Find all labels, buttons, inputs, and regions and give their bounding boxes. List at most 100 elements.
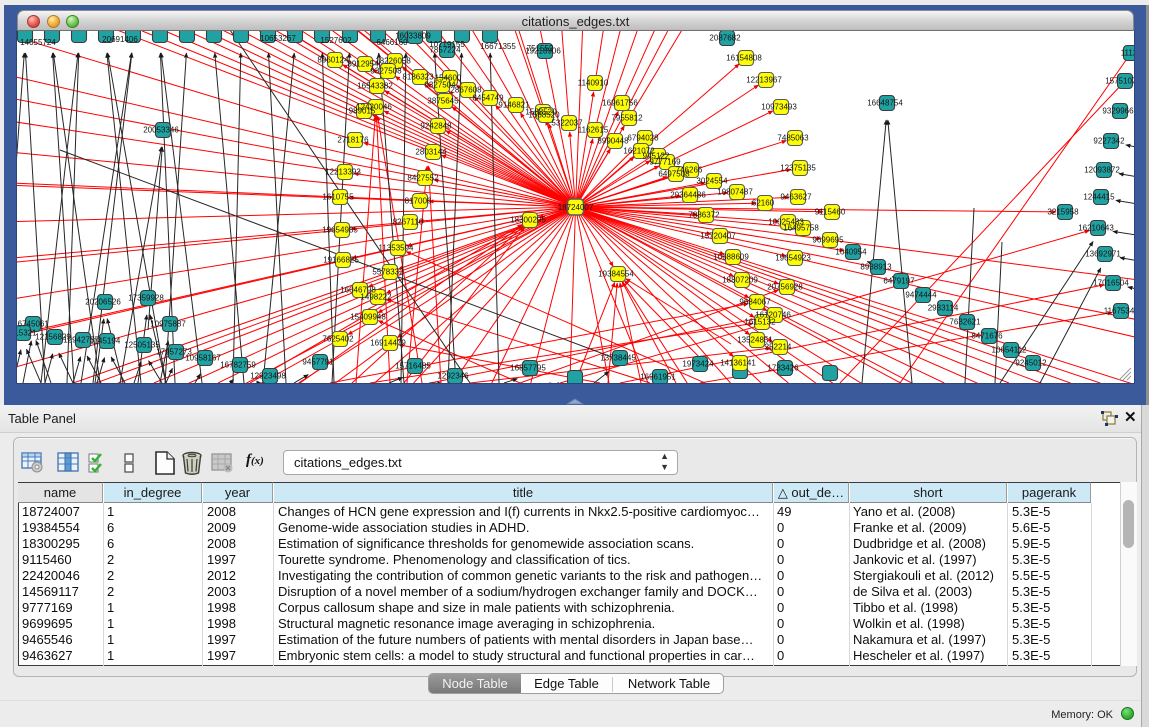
svg-text:1973424: 1973424 [682, 360, 714, 369]
svg-text:1610755: 1610755 [322, 193, 354, 202]
svg-text:989015: 989015 [349, 107, 376, 116]
svg-text:20053346: 20053346 [143, 126, 179, 135]
svg-text:19654923: 19654923 [775, 254, 811, 263]
svg-text:1527602: 1527602 [320, 36, 352, 45]
svg-text:10654112: 10654112 [992, 346, 1028, 355]
svg-text:9242848: 9242848 [420, 122, 452, 131]
svg-text:6479197: 6479197 [883, 277, 915, 286]
svg-text:15716485: 15716485 [395, 362, 431, 371]
svg-text:8960124: 8960124 [317, 56, 349, 65]
svg-text:8471676: 8471676 [971, 332, 1003, 341]
svg-text:16648754: 16648754 [867, 99, 903, 108]
svg-text:3024554: 3024554 [696, 177, 728, 186]
svg-text:20756928: 20756928 [767, 283, 803, 292]
svg-text:20206526: 20206526 [85, 298, 121, 307]
svg-text:18724007: 18724007 [558, 203, 594, 212]
svg-text:2933114: 2933114 [928, 304, 959, 313]
svg-text:9227342: 9227342 [1093, 137, 1125, 146]
svg-text:16782759: 16782759 [220, 361, 256, 370]
svg-text:18807209: 18807209 [722, 276, 758, 285]
svg-text:1244415: 1244415 [1083, 193, 1115, 202]
svg-text:16914479: 16914479 [370, 339, 406, 348]
svg-text:2803144: 2803144 [415, 148, 447, 157]
svg-text:9329966: 9329966 [1102, 107, 1134, 116]
svg-text:7955812: 7955812 [611, 114, 643, 123]
svg-text:8267110: 8267110 [393, 218, 424, 227]
svg-text:20364486: 20364486 [670, 191, 706, 200]
svg-text:17359928: 17359928 [128, 294, 164, 303]
svg-text:16745061: 16745061 [17, 320, 49, 329]
svg-text:10719155: 10719155 [429, 40, 465, 49]
svg-text:1615132: 1615132 [744, 318, 776, 327]
svg-text:6794028: 6794028 [627, 134, 659, 143]
svg-text:19166825: 19166825 [323, 256, 359, 265]
svg-text:19654985: 19654985 [322, 226, 358, 235]
svg-text:6466160: 6466160 [376, 38, 408, 47]
svg-text:9245012: 9245012 [1015, 359, 1047, 368]
svg-text:62160: 62160 [752, 199, 775, 208]
svg-text:9115460: 9115460 [815, 208, 846, 217]
svg-text:1498222: 1498222 [360, 293, 392, 302]
svg-text:8427552: 8427552 [407, 174, 439, 183]
svg-text:1733426: 1733426 [767, 364, 799, 373]
svg-text:12093872: 12093872 [1084, 166, 1120, 175]
svg-text:1292346: 1292346 [437, 372, 469, 381]
svg-text:14055724: 14055724 [20, 38, 56, 47]
svg-text:14136141: 14136141 [720, 359, 756, 368]
svg-text:16961951: 16961951 [640, 373, 676, 382]
svg-text:18226058: 18226058 [375, 57, 411, 66]
svg-text:10653267: 10653267 [260, 34, 296, 43]
svg-text:16154808: 16154808 [726, 54, 762, 63]
svg-text:13692971: 13692971 [1085, 250, 1121, 259]
svg-text:16857795: 16857795 [510, 364, 546, 373]
svg-text:9699695: 9699695 [812, 236, 844, 245]
svg-text:2087682: 2087682 [709, 34, 741, 43]
svg-text:10975887: 10975887 [150, 320, 186, 329]
svg-text:3915321: 3915321 [17, 329, 37, 338]
svg-text:12505135: 12505135 [124, 341, 160, 350]
svg-text:17016504: 17016504 [1093, 279, 1129, 288]
svg-text:1145194: 1145194 [90, 337, 121, 346]
svg-text:8938913: 8938913 [860, 263, 892, 272]
svg-text:10807487: 10807487 [717, 188, 753, 197]
svg-text:19384554: 19384554 [598, 270, 634, 279]
svg-text:10973493: 10973493 [761, 103, 797, 112]
svg-text:3875645: 3875645 [427, 97, 459, 106]
svg-text:9457791: 9457791 [302, 358, 334, 367]
svg-text:751552: 751552 [527, 44, 554, 53]
svg-text:16671355: 16671355 [480, 42, 516, 51]
svg-text:2718176: 2718176 [337, 136, 369, 145]
svg-text:5578332: 5578332 [372, 268, 404, 277]
svg-text:10688609: 10688609 [713, 253, 749, 262]
svg-text:1140910: 1140910 [578, 79, 609, 88]
svg-text:15720407: 15720407 [700, 232, 736, 241]
svg-text:16543382: 16543382 [357, 82, 393, 91]
svg-text:8990448: 8990448 [597, 137, 629, 146]
svg-text:9327508: 9327508 [370, 67, 402, 76]
svg-text:12375135: 12375135 [780, 164, 816, 173]
svg-text:15751074: 15751074 [1105, 77, 1134, 86]
svg-text:16495758: 16495758 [783, 224, 819, 233]
svg-text:15409948: 15409948 [350, 313, 386, 322]
svg-text:7886372: 7886372 [688, 211, 720, 220]
svg-text:9463627: 9463627 [780, 193, 812, 202]
svg-text:20691406: 20691406 [102, 35, 138, 44]
svg-text:1167534: 1167534 [1104, 307, 1134, 316]
svg-text:10958167: 10958167 [185, 354, 221, 363]
svg-text:3215958: 3215958 [1047, 208, 1079, 217]
svg-text:18300295: 18300295 [510, 216, 546, 225]
svg-text:12923498: 12923498 [250, 372, 286, 381]
svg-text:11353594: 11353594 [379, 244, 415, 253]
svg-text:16961756: 16961756 [602, 99, 638, 108]
svg-text:746266: 746266 [676, 166, 703, 175]
svg-text:7485063: 7485063 [777, 134, 809, 143]
svg-text:1640954: 1640954 [835, 248, 867, 257]
svg-text:12213393: 12213393 [325, 168, 361, 177]
svg-text:9684067: 9684067 [739, 298, 771, 307]
svg-text:16210643: 16210643 [1078, 224, 1114, 233]
svg-text:9474444: 9474444 [905, 291, 937, 300]
svg-text:12213967: 12213967 [746, 76, 782, 85]
svg-text:252214: 252214 [765, 343, 792, 352]
svg-text:1112: 1112 [1121, 49, 1134, 58]
svg-text:1162615: 1162615 [578, 126, 609, 135]
